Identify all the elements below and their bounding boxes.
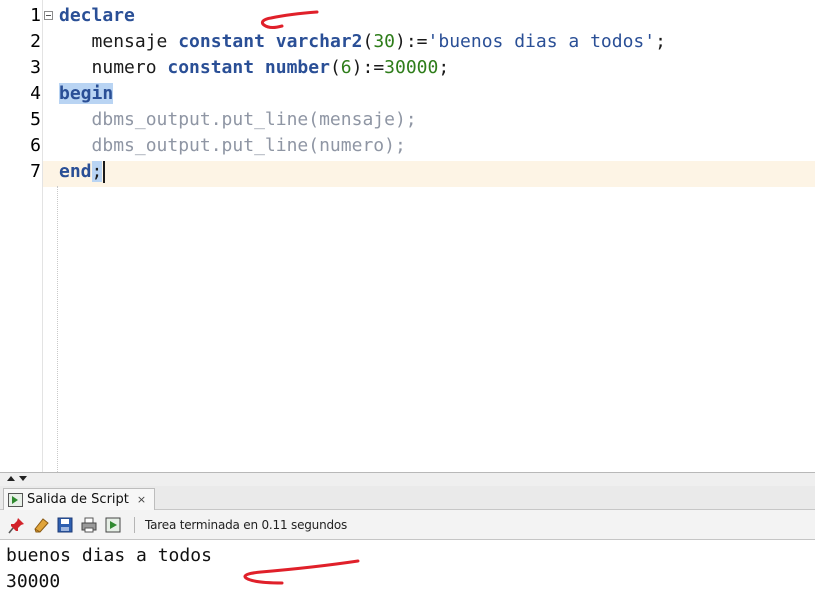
fold-collapse-icon[interactable]	[44, 11, 53, 20]
code-line-4[interactable]: begin	[59, 81, 114, 107]
statement-text: dbms_output.put_line(numero);	[91, 135, 406, 156]
toolbar-separator	[134, 516, 135, 533]
keyword-constant: constant	[178, 31, 265, 52]
line-number: 2	[30, 31, 41, 52]
keyword-constant: constant	[167, 57, 255, 78]
arrow-up-icon[interactable]	[7, 476, 15, 481]
punctuation: (	[362, 31, 374, 52]
identifier: mensaje	[91, 31, 179, 52]
close-icon[interactable]: ×	[137, 493, 146, 506]
punctuation: ):=	[351, 57, 385, 78]
selected-semicolon: ;	[91, 161, 103, 182]
code-line-5[interactable]: dbms_output.put_line(mensaje);	[59, 107, 417, 133]
line-number: 4	[30, 83, 41, 104]
output-toolbar: Tarea terminada en 0.11 segundos	[0, 510, 815, 540]
tab-script-output[interactable]: Salida de Script ×	[3, 488, 156, 510]
pin-icon[interactable]	[8, 516, 26, 534]
tab-label: Salida de Script	[27, 492, 129, 507]
keyword-begin: begin	[59, 83, 114, 104]
code-line-3[interactable]: numero constant number(6):=30000;	[59, 55, 450, 81]
string-literal: 'buenos dias a todos'	[427, 31, 656, 52]
indent-guide	[57, 186, 58, 472]
status-text: Tarea terminada en 0.11 segundos	[145, 517, 348, 532]
identifier: numero	[91, 57, 168, 78]
script-output-area[interactable]: buenos dias a todos 30000	[0, 540, 815, 599]
line-number: 6	[30, 135, 41, 156]
code-line-6[interactable]: dbms_output.put_line(numero);	[59, 133, 406, 159]
eraser-icon[interactable]	[32, 516, 50, 534]
save-icon[interactable]	[56, 516, 74, 534]
code-line-2[interactable]: mensaje constant varchar2(30):='buenos d…	[59, 29, 666, 55]
keyword-declare: declare	[59, 5, 135, 26]
number-literal: 30	[373, 31, 395, 52]
punctuation: ):=	[395, 31, 428, 52]
line-number: 7	[30, 161, 41, 182]
output-line: buenos dias a todos	[6, 545, 212, 566]
arrow-down-icon[interactable]	[19, 476, 27, 481]
keyword-number: number	[264, 57, 330, 78]
punctuation: ;	[438, 57, 450, 78]
script-output-icon	[8, 492, 23, 507]
line-number: 1	[30, 5, 41, 26]
keyword-end: end	[59, 161, 92, 182]
code-line-7[interactable]: end;	[59, 159, 106, 185]
run-script-icon[interactable]	[104, 516, 122, 534]
statement-text: dbms_output.put_line(mensaje);	[91, 109, 417, 130]
line-number: 3	[30, 57, 41, 78]
punctuation: (	[329, 57, 341, 78]
panel-splitter[interactable]	[0, 472, 815, 486]
gutter-divider	[42, 0, 43, 472]
code-line-1[interactable]: declare	[59, 3, 135, 29]
current-line-highlight	[43, 161, 815, 187]
print-icon[interactable]	[80, 516, 98, 534]
code-editor[interactable]: 1 2 3 4 5 6 7 declare mensaje constant v…	[0, 0, 815, 472]
number-literal: 6	[340, 57, 352, 78]
number-literal: 30000	[384, 57, 439, 78]
keyword-varchar2: varchar2	[275, 31, 363, 52]
text-caret	[103, 161, 106, 183]
output-line: 30000	[6, 571, 61, 592]
red-arrow-annotation-icon	[243, 559, 360, 585]
output-tab-strip: Salida de Script ×	[0, 486, 815, 510]
punctuation: ;	[655, 31, 666, 52]
line-number: 5	[30, 109, 41, 130]
